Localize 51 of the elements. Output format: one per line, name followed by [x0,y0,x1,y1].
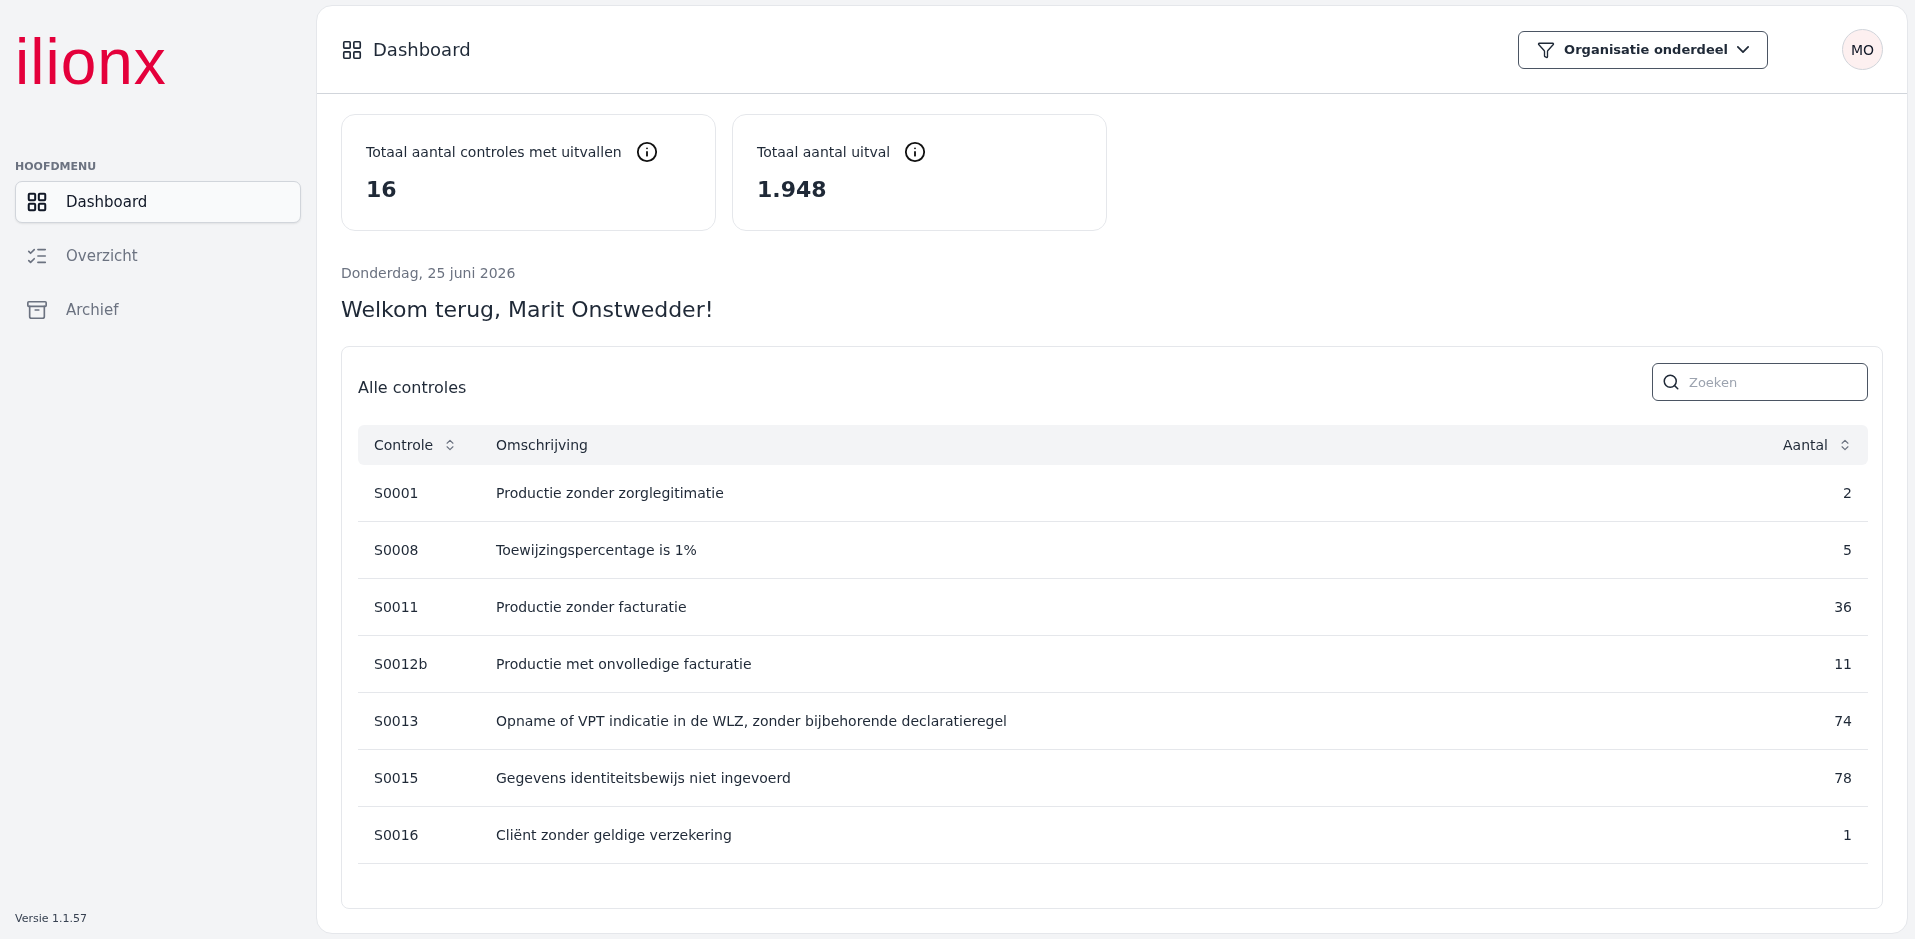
nav-item[interactable]: Archief [15,289,301,331]
column-header[interactable]: Aantal [1748,425,1868,465]
version-label: Versie 1.1.57 [15,912,88,925]
stat-value: 16 [366,177,398,202]
filter-icon [1537,40,1556,59]
nav-item[interactable]: Overzicht [15,235,301,277]
table-cell: Productie zonder facturatie [480,579,1748,636]
table-cell: S0001 [358,465,480,522]
date-text: Donderdag, 25 juni 2026 [341,265,517,281]
table-cell: 11 [1748,636,1868,693]
column-label: Omschrijving [496,437,588,453]
logo: ilionx [15,30,167,94]
grid-icon [26,191,48,213]
avatar[interactable]: MO [1842,29,1883,70]
table-cell: Cliënt zonder geldige verzekering [480,807,1748,864]
table-cell: Productie zonder zorglegitimatie [480,465,1748,522]
filter-button[interactable]: Organisatie onderdeel [1518,30,1768,69]
table-cell: S0016 [358,807,480,864]
table-cell: Productie met onvolledige facturatie [480,636,1748,693]
table-cell: Toewijzingspercentage is 1% [480,522,1748,579]
table-cell: 2 [1748,465,1868,522]
table-cell: 74 [1748,693,1868,750]
table-cell: 5 [1748,522,1868,579]
table-cell: Gegevens identiteitsbewijs niet ingevoerd [480,750,1748,807]
info-icon[interactable] [904,141,927,163]
info-icon[interactable] [635,141,658,163]
table-cell: 36 [1748,579,1868,636]
table-cell: Opname of VPT indicatie in de WLZ, zonder bijbehorende declaratieregel [480,693,1748,750]
search-field[interactable]: Zoeken [1652,363,1868,401]
search-icon [1662,373,1680,391]
archive-icon [26,299,48,321]
column-label: Aantal [1783,437,1828,453]
section-label: HOOFDMENU [15,160,98,173]
table-title: Alle controles [358,377,467,397]
stat-value: 1.948 [757,177,828,202]
grid-icon [341,38,363,61]
table-cell: S0015 [358,750,480,807]
nav-item[interactable]: Dashboard [15,181,301,223]
page-title: Dashboard [373,39,471,60]
stat-label: Totaal aantal controles met uitvallen [366,144,622,160]
chevron-down-icon [1737,46,1749,53]
table-cell: S0013 [358,693,480,750]
column-label: Controle [374,437,434,453]
column-header[interactable]: Controle [358,425,480,465]
table-cell: S0008 [358,522,480,579]
stat-label: Totaal aantal uitval [757,144,891,160]
table-cell: S0012b [358,636,480,693]
table-cell: S0011 [358,579,480,636]
table-cell: 78 [1748,750,1868,807]
table-cell: 1 [1748,807,1868,864]
greeting: Welkom terug, Marit Onstwedder! [341,297,715,322]
